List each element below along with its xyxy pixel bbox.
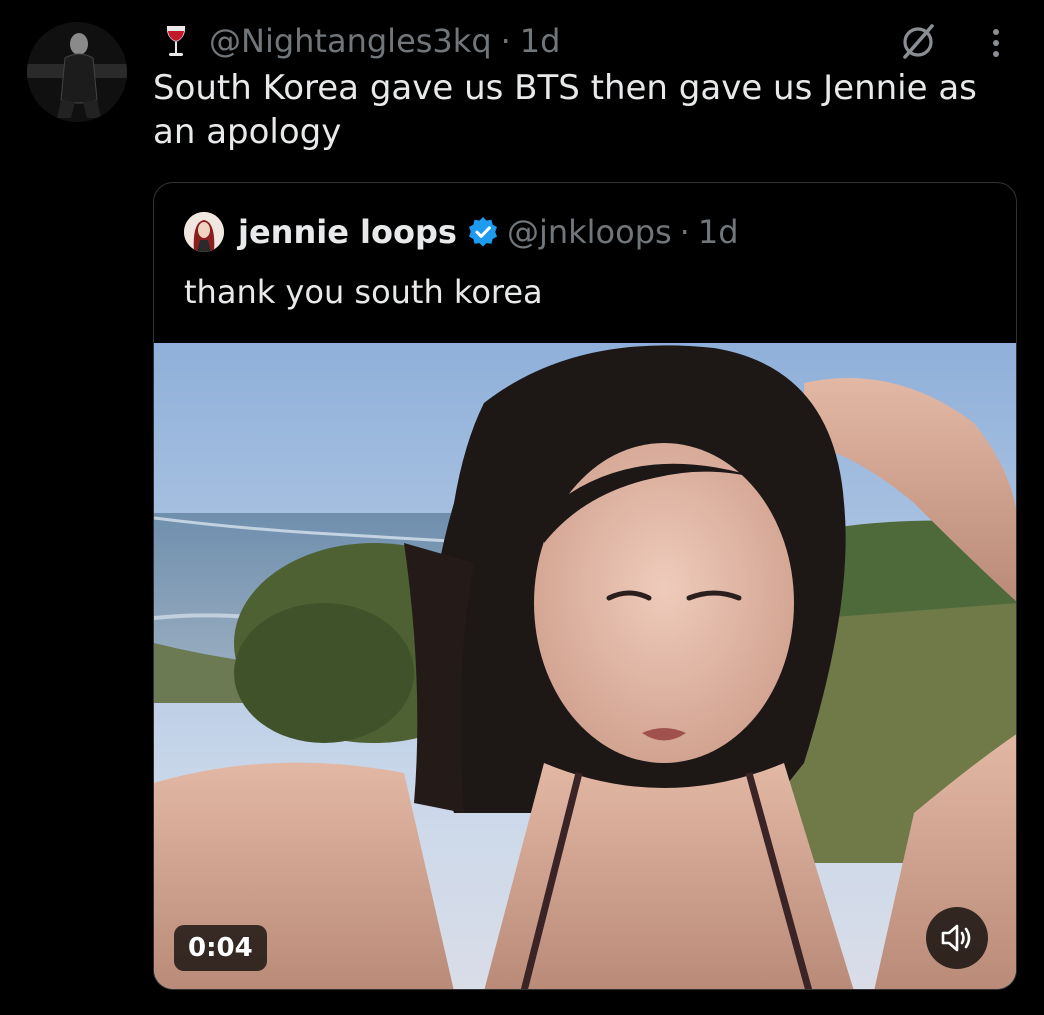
tweet-header: @Nightangles3kq · 1d xyxy=(163,20,560,62)
video-frame xyxy=(154,343,1016,989)
volume-button[interactable] xyxy=(926,907,988,969)
video-duration-badge: 0:04 xyxy=(174,925,267,971)
quoted-tweet-text: thank you south korea xyxy=(184,273,543,311)
quoted-author-handle[interactable]: @jnkloops xyxy=(507,213,672,251)
author-handle[interactable]: @Nightangles3kq xyxy=(209,22,492,60)
more-vertical-icon[interactable] xyxy=(986,24,1006,62)
quoted-author-name[interactable]: jennie loops xyxy=(238,213,457,251)
quoted-tweet[interactable]: jennie loops @jnkloops · 1d thank you so… xyxy=(153,182,1017,990)
wine-glass-icon xyxy=(166,26,186,56)
verified-badge-icon xyxy=(468,217,497,247)
volume-icon xyxy=(941,924,971,952)
tweet-text: South Korea gave us BTS then gave us Jen… xyxy=(153,68,977,152)
video-player[interactable]: 0:04 xyxy=(154,343,1016,989)
tweet-timestamp[interactable]: 1d xyxy=(520,22,561,60)
quoted-tweet-timestamp[interactable]: 1d xyxy=(698,213,739,251)
quoted-tweet-header: jennie loops @jnkloops · 1d xyxy=(184,209,739,255)
author-avatar[interactable] xyxy=(27,22,127,122)
header-separator: · xyxy=(500,22,511,60)
quoted-header-separator: · xyxy=(679,213,690,251)
quoted-author-avatar[interactable] xyxy=(184,212,224,252)
grok-icon[interactable] xyxy=(898,22,938,62)
tweet[interactable]: @Nightangles3kq · 1d South Korea gave us… xyxy=(0,0,1044,1015)
